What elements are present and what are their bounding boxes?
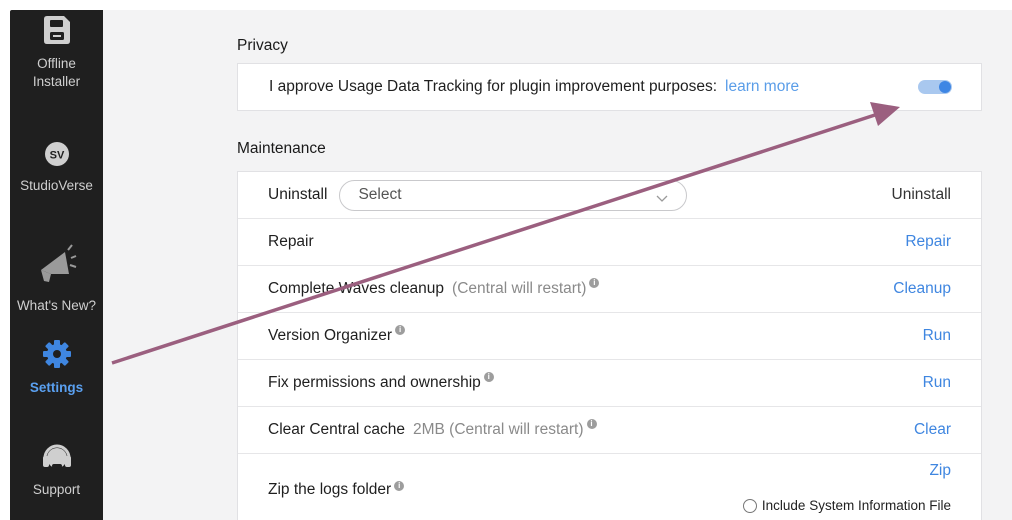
- sidebar-item-label: What's New?: [16, 298, 97, 313]
- version-organizer-label: Version Organizer: [268, 327, 393, 344]
- uninstall-label: Uninstall: [268, 186, 328, 203]
- headset-icon: [10, 442, 103, 475]
- version-organizer-run-button[interactable]: Run: [923, 327, 951, 345]
- sidebar-item-label: Settings: [29, 380, 84, 395]
- info-icon[interactable]: i: [395, 325, 406, 335]
- checkbox-circle: [742, 498, 757, 513]
- sidebar-item-label: Installer: [32, 74, 81, 89]
- privacy-title: Privacy: [237, 37, 288, 54]
- save-disk-icon: [10, 16, 103, 49]
- sidebar: Offline Installer SV StudioVerse What's …: [10, 10, 103, 520]
- sidebar-item-offline-installer[interactable]: Offline Installer: [10, 16, 103, 91]
- info-icon[interactable]: i: [586, 419, 597, 429]
- cleanup-button[interactable]: Cleanup: [893, 280, 951, 298]
- cleanup-row: Complete Waves cleanup (Central will res…: [238, 266, 981, 313]
- clear-cache-label: Clear Central cache: [268, 421, 405, 438]
- version-organizer-row: Version Organizer i Run: [238, 313, 981, 360]
- select-value: Select: [358, 186, 402, 203]
- sidebar-item-whats-new[interactable]: What's New?: [10, 244, 103, 315]
- clear-cache-note: 2MB (Central will restart): [412, 421, 584, 438]
- zip-logs-row: Zip the logs folder i Zip Include System …: [238, 454, 981, 520]
- permissions-label: Fix permissions and ownership: [268, 374, 481, 391]
- info-icon[interactable]: i: [483, 372, 494, 382]
- checkbox-label: Include System Information File: [761, 498, 951, 513]
- info-icon[interactable]: i: [589, 278, 600, 288]
- uninstall-select[interactable]: Select: [339, 179, 688, 211]
- maintenance-title: Maintenance: [237, 140, 326, 157]
- privacy-text: I approve Usage Data Tracking for plugin…: [269, 78, 718, 95]
- privacy-card: I approve Usage Data Tracking for plugin…: [237, 63, 982, 111]
- megaphone-icon: [10, 244, 103, 291]
- gear-icon: [10, 340, 103, 373]
- uninstall-button[interactable]: Uninstall: [892, 186, 951, 204]
- sidebar-item-settings[interactable]: Settings: [10, 340, 103, 397]
- repair-row: Repair Repair: [238, 219, 981, 266]
- include-system-info-checkbox[interactable]: Include System Information File: [742, 498, 951, 513]
- permissions-row: Fix permissions and ownership i Run: [238, 360, 981, 407]
- zip-button[interactable]: Zip: [929, 462, 951, 480]
- zip-logs-label-wrap: Zip the logs folder i: [268, 481, 405, 499]
- info-icon[interactable]: i: [394, 481, 405, 491]
- sidebar-item-label: Support: [32, 482, 81, 497]
- cleanup-note: (Central will restart): [452, 280, 587, 297]
- sidebar-item-support[interactable]: Support: [10, 442, 103, 499]
- privacy-row: I approve Usage Data Tracking for plugin…: [238, 64, 981, 110]
- cleanup-label: Complete Waves cleanup: [268, 280, 445, 297]
- uninstall-row: Uninstall Select Uninstall: [238, 172, 981, 219]
- sidebar-item-label: Offline: [37, 56, 76, 71]
- clear-cache-button[interactable]: Clear: [914, 421, 951, 439]
- settings-panel: Privacy I approve Usage Data Tracking fo…: [103, 10, 1012, 520]
- sidebar-item-label: StudioVerse: [20, 178, 93, 193]
- svg-text:SV: SV: [49, 150, 64, 162]
- chevron-down-icon: [656, 190, 668, 208]
- toggle-knob: [939, 81, 951, 93]
- learn-more-link[interactable]: learn more: [725, 78, 799, 96]
- app-window: Offline Installer SV StudioVerse What's …: [0, 0, 1012, 520]
- sidebar-item-studioverse[interactable]: SV StudioVerse: [10, 142, 103, 195]
- zip-logs-label: Zip the logs folder: [268, 481, 392, 498]
- repair-button[interactable]: Repair: [905, 233, 951, 251]
- clear-cache-row: Clear Central cache 2MB (Central will re…: [238, 407, 981, 454]
- permissions-run-button[interactable]: Run: [923, 374, 951, 392]
- sv-badge-icon: SV: [10, 142, 103, 171]
- usage-tracking-toggle[interactable]: [918, 80, 952, 94]
- repair-label: Repair: [268, 233, 314, 250]
- maintenance-card: Uninstall Select Uninstall Repair Repair…: [237, 171, 982, 520]
